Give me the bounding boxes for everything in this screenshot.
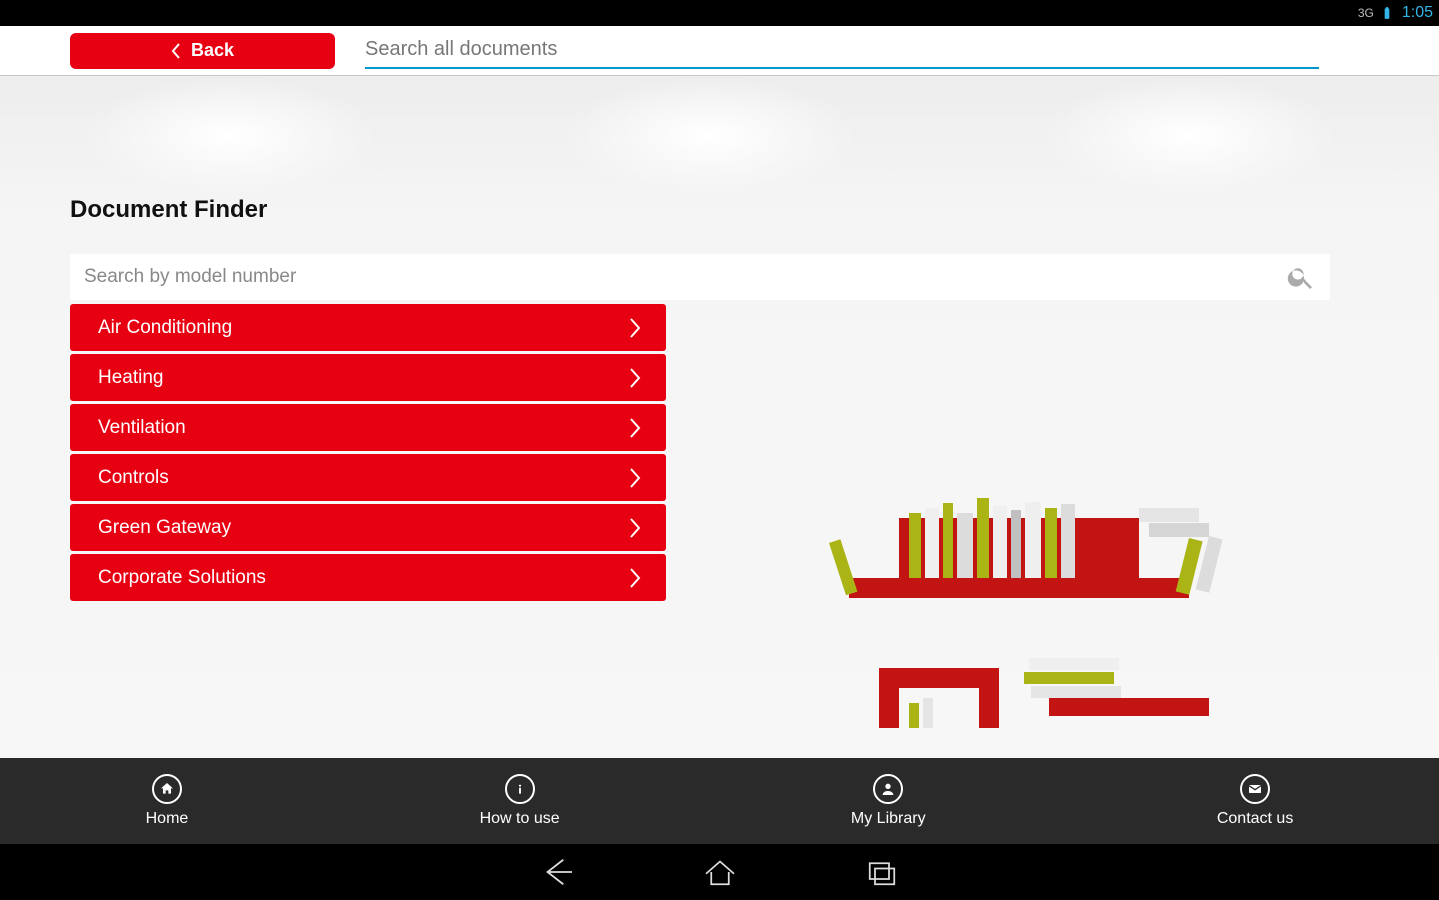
category-label: Controls [98, 467, 169, 489]
category-controls[interactable]: Controls [70, 454, 666, 501]
tab-home[interactable]: Home [146, 774, 189, 828]
page-title: Document Finder [70, 196, 700, 224]
category-corporate-solutions[interactable]: Corporate Solutions [70, 554, 666, 601]
category-label: Green Gateway [98, 517, 231, 539]
tab-label: How to use [480, 810, 560, 828]
chevron-right-icon [628, 317, 642, 339]
category-label: Corporate Solutions [98, 567, 266, 589]
chevron-right-icon [628, 517, 642, 539]
network-indicator: 3G [1358, 6, 1376, 20]
tab-bar: Home How to use My Library Contact us [0, 758, 1439, 844]
search-all-documents[interactable] [365, 33, 1319, 69]
back-label: Back [191, 40, 234, 61]
clock: 1:05 [1402, 4, 1433, 22]
app-header: Back [0, 26, 1439, 76]
model-search-input[interactable] [84, 266, 1070, 288]
category-label: Ventilation [98, 417, 186, 439]
category-list: Air Conditioning Heating Ventilation Con… [70, 304, 666, 601]
tab-contact-us[interactable]: Contact us [1217, 774, 1293, 828]
battery-icon [1380, 6, 1394, 20]
model-search[interactable] [70, 254, 1330, 300]
chevron-right-icon [628, 367, 642, 389]
category-label: Air Conditioning [98, 317, 232, 339]
chevron-right-icon [628, 417, 642, 439]
category-air-conditioning[interactable]: Air Conditioning [70, 304, 666, 351]
back-button[interactable]: Back [70, 33, 335, 69]
mail-icon [1247, 781, 1263, 797]
info-icon [512, 781, 528, 797]
chevron-left-icon [171, 43, 181, 59]
tab-label: My Library [851, 810, 926, 828]
android-back-icon[interactable] [537, 851, 579, 893]
android-status-bar: 3G 1:05 [0, 0, 1439, 26]
user-icon [880, 781, 896, 797]
tab-my-library[interactable]: My Library [851, 774, 926, 828]
search-icon[interactable] [1286, 262, 1316, 292]
home-icon [159, 781, 175, 797]
category-green-gateway[interactable]: Green Gateway [70, 504, 666, 551]
chevron-right-icon [628, 467, 642, 489]
chevron-right-icon [628, 567, 642, 589]
search-input[interactable] [365, 33, 1319, 69]
decorative-shelf-graphic [769, 458, 1329, 758]
main-area: Document Finder Air Conditioning Heating… [0, 76, 1439, 758]
android-home-icon[interactable] [699, 851, 741, 893]
tab-label: Home [146, 810, 189, 828]
category-heating[interactable]: Heating [70, 354, 666, 401]
category-ventilation[interactable]: Ventilation [70, 404, 666, 451]
android-recent-icon[interactable] [861, 851, 903, 893]
android-nav-bar [0, 844, 1439, 900]
tab-how-to-use[interactable]: How to use [480, 774, 560, 828]
tab-label: Contact us [1217, 810, 1293, 828]
category-label: Heating [98, 367, 164, 389]
